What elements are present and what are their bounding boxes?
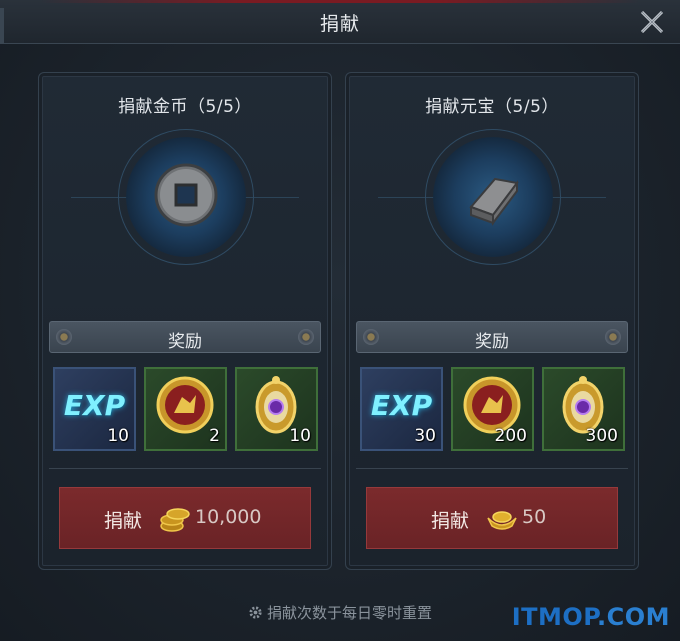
- gold-coins-icon: [160, 508, 190, 532]
- reward-item-medal[interactable]: 200: [451, 367, 534, 451]
- emblem-background: [433, 137, 553, 257]
- exp-icon: EXP: [63, 389, 126, 422]
- ornament-icon: [605, 329, 621, 345]
- reward-item-amulet[interactable]: 300: [542, 367, 625, 451]
- donate-cost: 10,000: [195, 506, 262, 528]
- reward-item-amulet[interactable]: 10: [235, 367, 318, 451]
- reward-qty: 300: [585, 426, 618, 446]
- reward-item-medal[interactable]: 2: [144, 367, 227, 451]
- reward-qty: 10: [289, 426, 311, 446]
- title-bar-accent: [40, 0, 640, 3]
- reward-qty: 30: [414, 426, 436, 446]
- divider: [356, 468, 628, 469]
- gear-icon: [249, 606, 262, 619]
- reward-item-exp[interactable]: EXP 10: [53, 367, 136, 451]
- reward-list: EXP 10 2 10: [53, 367, 319, 451]
- reward-header: 奖励: [356, 321, 628, 353]
- ornament-icon: [298, 329, 314, 345]
- donate-button-label: 捐献: [104, 510, 143, 532]
- donate-gold-card: 捐献金币（5/5） 奖励 EXP 10 2 10 捐献 10,000: [38, 72, 332, 570]
- card-title: 捐献金币（5/5）: [118, 97, 252, 117]
- window-title: 捐献: [319, 13, 360, 35]
- silver-ingot-icon: [469, 177, 519, 226]
- close-icon: [640, 10, 664, 34]
- reset-note-text: 捐献次数于每日零时重置: [266, 604, 432, 622]
- watermark-text: ITMOP: [511, 603, 597, 631]
- reward-label: 奖励: [475, 332, 509, 352]
- divider: [49, 468, 321, 469]
- reward-label: 奖励: [168, 332, 202, 352]
- gold-ingot-icon: [487, 511, 517, 530]
- close-button[interactable]: [638, 8, 666, 36]
- watermark-text: .COM: [596, 603, 670, 631]
- donate-ingot-button[interactable]: 捐献 50: [366, 487, 618, 549]
- reward-qty: 2: [209, 426, 220, 446]
- donate-gold-button[interactable]: 捐献 10,000: [59, 487, 311, 549]
- reward-header: 奖励: [49, 321, 321, 353]
- exp-icon: EXP: [370, 389, 433, 422]
- reward-qty: 10: [107, 426, 129, 446]
- reward-item-exp[interactable]: EXP 30: [360, 367, 443, 451]
- title-bar: 捐献: [0, 0, 680, 54]
- donate-button-label: 捐献: [431, 510, 470, 532]
- site-watermark: ITMOP.COM: [512, 603, 670, 631]
- reward-qty: 200: [494, 426, 527, 446]
- donate-ingot-card: 捐献元宝（5/5） 奖励 EXP 30 200 300 捐献 50: [345, 72, 639, 570]
- emblem-background: [126, 137, 246, 257]
- copper-coin-icon: [154, 163, 218, 227]
- reward-list: EXP 30 200 300: [360, 367, 626, 451]
- donate-cost: 50: [522, 506, 547, 528]
- card-title: 捐献元宝（5/5）: [425, 97, 559, 117]
- donation-panel: 捐献金币（5/5） 奖励 EXP 10 2 10 捐献 10,000 捐献元宝（…: [0, 44, 680, 641]
